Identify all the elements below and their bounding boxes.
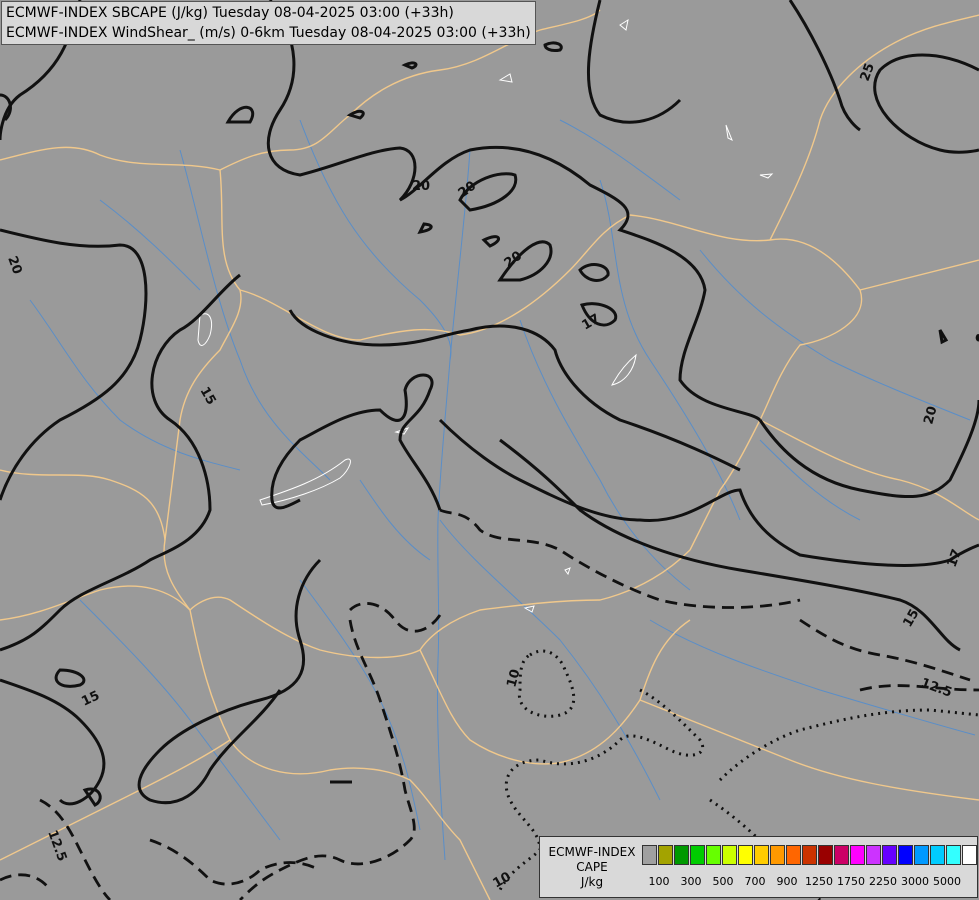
legend-swatch	[802, 845, 817, 865]
legend-swatch	[930, 845, 945, 865]
legend-swatch	[642, 845, 657, 865]
legend-tick-label: 1250	[805, 875, 833, 888]
legend-swatch	[818, 845, 833, 865]
windshear-title: ECMWF-INDEX WindShear_ (m/s) 0-6km Tuesd…	[6, 25, 531, 41]
legend-title-line: ECMWF-INDEX	[548, 845, 636, 859]
legend-swatch	[962, 845, 977, 865]
legend-tick-label: 700	[744, 875, 766, 888]
legend-tick-label: 900	[776, 875, 798, 888]
cape-legend: ECMWF-INDEX CAPE J/kg 100 300 500 700 900 125…	[539, 836, 978, 898]
legend-swatch	[898, 845, 913, 865]
legend-title-line: J/kg	[580, 875, 604, 889]
legend-swatch	[754, 845, 769, 865]
legend-swatch	[722, 845, 737, 865]
legend-swatch	[946, 845, 961, 865]
legend-title-line: CAPE	[576, 860, 608, 874]
legend-color-scale	[642, 845, 978, 865]
legend-tick-label: 100	[648, 875, 670, 888]
contour-label: 20	[412, 179, 430, 194]
legend-swatch	[882, 845, 897, 865]
legend-swatch	[786, 845, 801, 865]
legend-tick-label: 3000	[901, 875, 929, 888]
legend-swatch	[658, 845, 673, 865]
map-title-box: ECMWF-INDEX SBCAPE (J/kg) Tuesday 08-04-…	[1, 1, 536, 45]
legend-swatch	[770, 845, 785, 865]
legend-swatch	[690, 845, 705, 865]
legend-tick-labels: 100 300 500 700 900 1250 1750 2250 3000 5000	[642, 875, 972, 891]
legend-tick-label: 5000	[933, 875, 961, 888]
sbcape-title: ECMWF-INDEX SBCAPE (J/kg) Tuesday 08-04-…	[6, 5, 454, 21]
legend-swatch	[914, 845, 929, 865]
legend-title: ECMWF-INDEX CAPE J/kg	[544, 845, 640, 890]
legend-tick-label: 500	[712, 875, 734, 888]
legend-tick-label: 1750	[837, 875, 865, 888]
legend-swatch	[706, 845, 721, 865]
legend-swatch	[674, 845, 689, 865]
legend-swatch	[834, 845, 849, 865]
legend-swatch	[866, 845, 881, 865]
legend-swatch	[850, 845, 865, 865]
legend-swatch	[738, 845, 753, 865]
legend-tick-label: 300	[680, 875, 702, 888]
legend-tick-label: 2250	[869, 875, 897, 888]
weather-map: 20 20 20 20 17 15 15 15 12.5 12.5 10 10 …	[0, 0, 979, 900]
